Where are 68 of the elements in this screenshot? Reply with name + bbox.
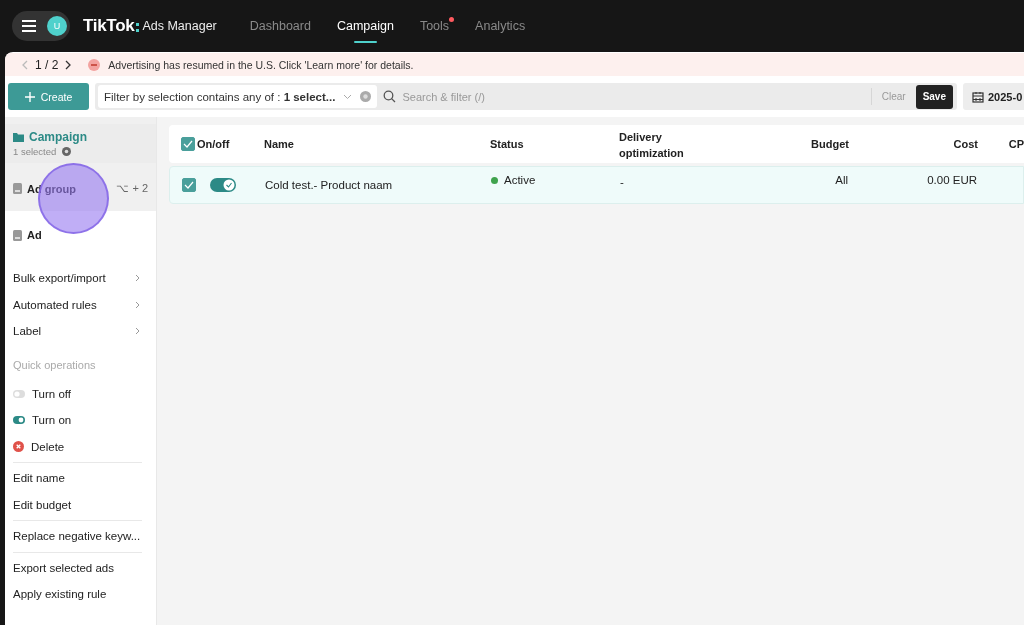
chevron-icon: [135, 300, 140, 309]
notice-message: Advertising has resumed in the U.S. Click 'Learn more' for details.: [108, 58, 414, 71]
menu-item[interactable]: Turn on: [13, 407, 156, 434]
calendar-icon: [972, 90, 984, 103]
table-row[interactable]: Cold test.- Product naam Active - All 0.00 EUR: [169, 166, 1024, 204]
menu-icon: [21, 19, 37, 33]
clear-icon[interactable]: [360, 91, 372, 102]
filter-chip[interactable]: Filter by selection contains any of : 1 select...: [98, 85, 378, 108]
switch-off-icon: [13, 389, 25, 398]
column-header[interactable]: Status: [490, 138, 524, 150]
menu-item[interactable]: Automated rules: [13, 291, 156, 318]
level-label: Campaign: [29, 130, 87, 144]
pager-text: 1 / 2: [35, 57, 59, 72]
table-cell[interactable]: Cold test.- Product naam: [265, 179, 393, 191]
document-icon: [13, 229, 22, 241]
previous-icon[interactable]: [21, 59, 29, 70]
column-header[interactable]: Cost: [953, 138, 978, 150]
product-name: Ads Manager: [142, 19, 217, 33]
menu-item[interactable]: Turn off: [13, 380, 156, 407]
column-header[interactable]: Name: [264, 138, 294, 150]
menu-item[interactable]: Edit budget: [13, 491, 156, 518]
nav-tab[interactable]: Analytics: [475, 9, 526, 43]
minus-icon: [88, 58, 101, 71]
nav-tab[interactable]: Tools: [419, 9, 450, 43]
menu-item[interactable]: Delete: [13, 433, 156, 460]
row-checkbox[interactable]: [182, 178, 196, 192]
caret-icon: [343, 93, 353, 100]
column-header[interactable]: Delivery optimization: [619, 129, 709, 161]
level-label: Ad group: [27, 182, 76, 195]
nav-tab[interactable]: Campaign: [336, 9, 394, 43]
chevron-icon: [135, 327, 140, 336]
menu-item[interactable]: Replace negative keyw...: [13, 523, 156, 550]
table-cell: 0.00 EUR: [927, 174, 977, 186]
level-label: Ad: [27, 229, 42, 241]
filter-text: Filter by selection contains any of : 1 select...: [104, 90, 336, 103]
menu-item[interactable]: Edit name: [13, 465, 156, 492]
column-header[interactable]: Budget: [811, 138, 849, 150]
select-all-checkbox[interactable]: [181, 137, 195, 151]
folder-icon: [13, 132, 24, 142]
menu-item[interactable]: Apply existing rule: [13, 581, 156, 608]
level-tab[interactable]: Ad: [5, 211, 156, 265]
search-icon: [383, 90, 397, 103]
chevron-icon: [135, 274, 140, 283]
selection-count: 1 selected: [13, 146, 57, 157]
menu-item[interactable]: Bulk export/import: [13, 265, 156, 292]
switch-on-icon: [13, 416, 25, 425]
save-button[interactable]: Save: [915, 84, 953, 109]
shortcut-hint: ⌥ + 2: [116, 182, 148, 195]
plus-icon: [24, 91, 35, 102]
clear-selection-icon[interactable]: [62, 147, 72, 156]
date-picker[interactable]: 2025-0: [963, 83, 1024, 110]
nav-tab[interactable]: Dashboard: [249, 9, 311, 43]
table-cell: Active: [504, 174, 536, 186]
menu-heading: Quick operations: [13, 357, 97, 373]
date-text: 2025-0: [988, 90, 1023, 103]
table-cell: All: [835, 174, 848, 186]
menu-item[interactable]: Export selected ads: [13, 554, 156, 581]
logo: TikTok: [83, 16, 135, 36]
search-field[interactable]: Search & filter (/): [402, 90, 865, 103]
document-icon: [13, 183, 22, 194]
table-cell-text: -: [620, 175, 625, 190]
toggle-switch[interactable]: [210, 178, 236, 192]
delete-icon: [13, 441, 24, 453]
logo-separator-icon: [136, 23, 140, 32]
next-icon[interactable]: [64, 59, 73, 70]
menu-item[interactable]: Label: [13, 318, 156, 345]
column-header[interactable]: CP: [1008, 138, 1024, 150]
column-header: On/off: [197, 138, 230, 150]
